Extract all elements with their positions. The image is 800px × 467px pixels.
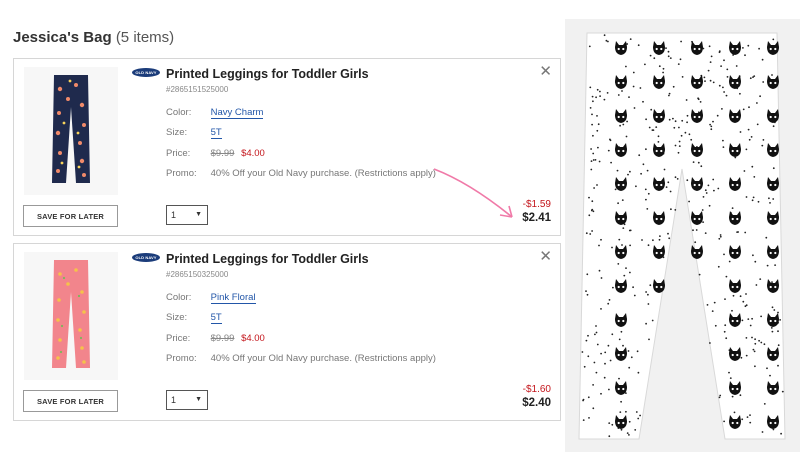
item-total: $2.41 xyxy=(522,212,551,224)
save-for-later-button[interactable]: SAVE FOR LATER xyxy=(23,205,118,227)
discount-amount: -$1.60 xyxy=(522,384,551,395)
size-row: Size: 5T xyxy=(166,127,222,139)
product-name[interactable]: Printed Leggings for Toddler Girls xyxy=(166,252,369,266)
price-row: Price: $9.99 $4.00 xyxy=(166,148,265,159)
size-label: Size: xyxy=(166,127,188,138)
size-row: Size: 5T xyxy=(166,312,222,324)
item-total: $2.40 xyxy=(522,397,551,409)
save-for-later-button[interactable]: SAVE FOR LATER xyxy=(23,390,118,412)
product-thumbnail[interactable] xyxy=(24,67,118,195)
promo-label: Promo: xyxy=(166,168,197,179)
product-sku: #2865150325000 xyxy=(166,270,229,279)
price-row: Price: $9.99 $4.00 xyxy=(166,333,265,344)
sale-price: $4.00 xyxy=(241,333,265,344)
quantity-select[interactable]: 1 ▼ xyxy=(166,390,208,410)
bag-title: Jessica's Bag (5 items) xyxy=(13,29,174,46)
color-row: Color: Navy Charm xyxy=(166,107,264,119)
product-photo-cat-leggings xyxy=(565,19,800,452)
quantity-value: 1 xyxy=(171,395,177,405)
promo-text: 40% Off your Old Navy purchase. (Restric… xyxy=(210,168,436,179)
original-price: $9.99 xyxy=(210,333,235,344)
cart-item: SAVE FOR LATER OLD NAVY Printed Leggings… xyxy=(13,243,561,421)
brand-logo: OLD NAVY xyxy=(132,68,160,77)
color-label: Color: xyxy=(166,107,192,118)
color-label: Color: xyxy=(166,292,192,303)
price-label: Price: xyxy=(166,333,191,344)
promo-row: Promo: 40% Off your Old Navy purchase. (… xyxy=(166,168,436,179)
color-row: Color: Pink Floral xyxy=(166,292,256,304)
size-link[interactable]: 5T xyxy=(210,127,222,139)
quantity-select[interactable]: 1 ▼ xyxy=(166,205,208,225)
annotation-arrow xyxy=(433,168,513,218)
product-thumbnail[interactable] xyxy=(24,252,118,380)
discount-amount: -$1.59 xyxy=(522,199,551,210)
promo-row: Promo: 40% Off your Old Navy purchase. (… xyxy=(166,353,436,364)
size-label: Size: xyxy=(166,312,188,323)
original-price: $9.99 xyxy=(210,148,235,159)
product-name[interactable]: Printed Leggings for Toddler Girls xyxy=(166,67,369,81)
product-sku: #2865151525000 xyxy=(166,85,229,94)
size-link[interactable]: 5T xyxy=(210,312,222,324)
bag-item-count: (5 items) xyxy=(115,29,175,46)
price-label: Price: xyxy=(166,148,191,159)
remove-item-close-icon[interactable]: ✕ xyxy=(539,249,552,264)
brand-logo: OLD NAVY xyxy=(132,253,160,262)
promo-label: Promo: xyxy=(166,353,197,364)
chevron-down-icon: ▼ xyxy=(195,396,202,403)
quantity-value: 1 xyxy=(171,210,177,220)
sale-price: $4.00 xyxy=(241,148,265,159)
bag-title-text: Jessica's Bag xyxy=(13,29,112,46)
remove-item-close-icon[interactable]: ✕ xyxy=(539,64,552,79)
promo-text: 40% Off your Old Navy purchase. (Restric… xyxy=(210,353,436,364)
color-link[interactable]: Pink Floral xyxy=(210,292,256,304)
chevron-down-icon: ▼ xyxy=(195,211,202,218)
color-link[interactable]: Navy Charm xyxy=(210,107,264,119)
